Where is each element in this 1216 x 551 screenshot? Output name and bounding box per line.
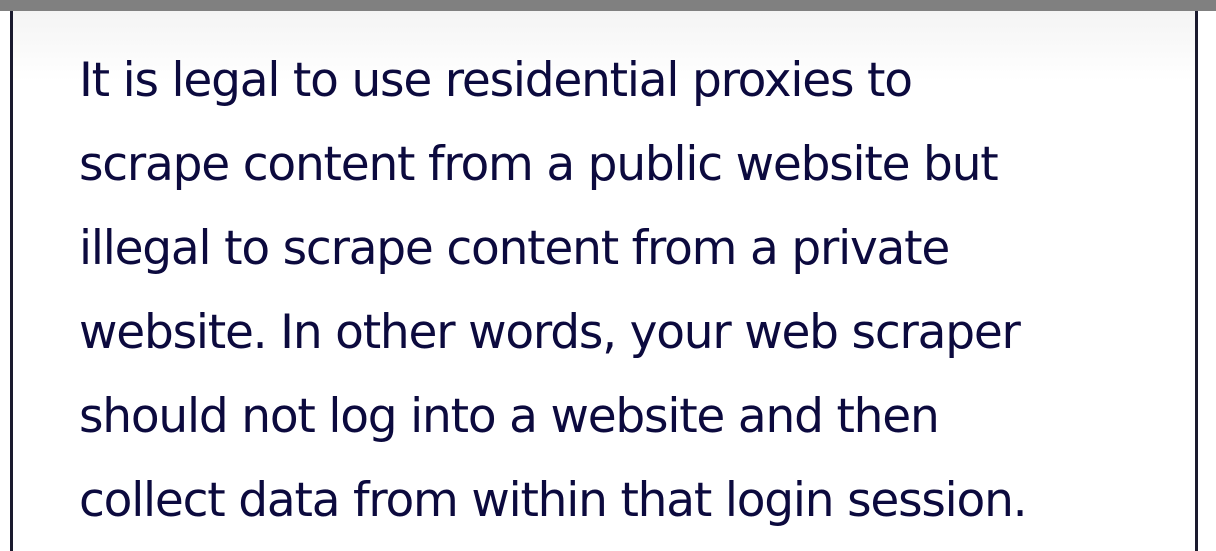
- paragraph-line-5: should not log into a website and then: [79, 389, 940, 444]
- body-paragraph: It is legal to use residential proxies t…: [79, 39, 1159, 543]
- content-card: It is legal to use residential proxies t…: [10, 11, 1198, 551]
- paragraph-line-6: collect data from within that login sess…: [79, 473, 1028, 528]
- paragraph-line-2: scrape content from a public website but: [79, 137, 999, 192]
- paragraph-line-4: website. In other words, your web scrape…: [79, 305, 1021, 360]
- paragraph-line-3: illegal to scrape content from a private: [79, 221, 950, 276]
- top-bar: [0, 0, 1216, 11]
- paragraph-line-1: It is legal to use residential proxies t…: [79, 53, 913, 108]
